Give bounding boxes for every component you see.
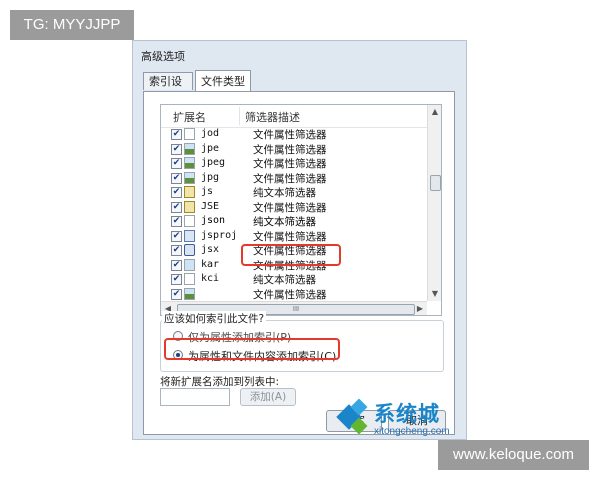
add-button[interactable]: 添加(A) xyxy=(240,388,296,406)
list-item-json[interactable]: ✔ json 纯文本筛选器 xyxy=(161,214,427,229)
extension: kar xyxy=(201,258,220,270)
extension: jsproj xyxy=(201,229,238,241)
scroll-thumb[interactable] xyxy=(430,175,441,191)
highlight-box-json xyxy=(241,244,341,266)
new-extension-input[interactable] xyxy=(160,388,230,406)
tab-index-settings[interactable]: 索引设置 xyxy=(143,72,193,106)
scroll-down-arrow-icon[interactable]: ▼ xyxy=(428,287,441,301)
list-item[interactable]: ✔ JSE 文件属性筛选器 xyxy=(161,200,427,215)
checkbox[interactable]: ✔ xyxy=(171,259,182,271)
filter-description: 文件属性筛选器 xyxy=(253,158,327,170)
blank-file-icon xyxy=(184,128,195,140)
jsx-file-icon xyxy=(184,244,195,256)
script-file-icon xyxy=(184,200,195,213)
site-logo: 系统城 xitongcheng.com xyxy=(336,398,464,442)
filter-description: 纯文本筛选器 xyxy=(253,216,316,228)
script-file-icon xyxy=(184,186,195,198)
column-filter-description[interactable]: 筛选器描述 xyxy=(245,109,300,125)
tab-file-types[interactable]: 文件类型 xyxy=(195,70,251,91)
filter-description: 纯文本筛选器 xyxy=(253,187,316,199)
list-item[interactable]: ✔ kci 纯文本筛选器 xyxy=(161,272,427,287)
extension: jpe xyxy=(201,142,220,154)
filter-description: 文件属性筛选器 xyxy=(253,143,327,156)
extension: kci xyxy=(201,273,220,284)
checkbox[interactable]: ✔ xyxy=(171,187,182,198)
index-method-label: 应该如何索引此文件? xyxy=(162,311,267,326)
logo-name: 系统城 xyxy=(374,402,440,426)
extension: jod xyxy=(201,128,220,139)
file-type-list[interactable]: 扩展名 筛选器描述 ✔ jod 文件属性筛选器 ✔ jpe 文件属性筛选器 ✔ jpeg 文… xyxy=(160,104,442,316)
list-rows: ✔ jod 文件属性筛选器 ✔ jpe 文件属性筛选器 ✔ jpeg 文件属性筛选器 ✔ jp… xyxy=(161,127,427,301)
checkbox[interactable]: ✔ xyxy=(171,129,182,140)
list-item[interactable]: ✔ 文件属性筛选器 xyxy=(161,287,427,302)
media-file-icon xyxy=(184,258,195,271)
checkbox[interactable]: ✔ xyxy=(171,143,182,155)
project-file-icon xyxy=(184,229,195,242)
scroll-right-arrow-icon[interactable]: ▶ xyxy=(413,302,427,315)
filter-description: 文件属性筛选器 xyxy=(253,230,327,243)
scroll-up-arrow-icon[interactable]: ▲ xyxy=(428,105,441,119)
blank-file-icon xyxy=(184,215,195,227)
checkbox[interactable]: ✔ xyxy=(171,216,182,227)
extension: jpg xyxy=(201,171,220,183)
checkbox[interactable]: ✔ xyxy=(171,288,182,300)
watermark-bottom-right: www.keloque.com xyxy=(438,440,589,470)
extension: js xyxy=(201,186,214,197)
filter-description: 文件属性筛选器 xyxy=(253,288,327,301)
list-item[interactable]: ✔ jod 文件属性筛选器 xyxy=(161,127,427,142)
extension: jsx xyxy=(201,244,220,255)
extension: JSE xyxy=(201,200,220,212)
watermark-top-left: TG: MYYJJPP xyxy=(10,10,134,40)
file-types-panel: 扩展名 筛选器描述 ✔ jod 文件属性筛选器 ✔ jpe 文件属性筛选器 ✔ jpeg 文… xyxy=(143,91,455,435)
add-extension-label: 将新扩展名添加到列表中: xyxy=(160,376,280,388)
dialog-title: 高级选项 xyxy=(141,50,185,63)
filter-description: 文件属性筛选器 xyxy=(253,129,327,141)
vertical-scrollbar[interactable]: ▲ ▼ xyxy=(427,105,441,301)
list-item[interactable]: ✔ jpg 文件属性筛选器 xyxy=(161,171,427,186)
image-file-icon xyxy=(184,287,195,300)
image-file-icon xyxy=(184,171,195,184)
extension: json xyxy=(201,215,226,226)
image-file-icon xyxy=(184,142,195,155)
list-item[interactable]: ✔ js 纯文本筛选器 xyxy=(161,185,427,200)
checkbox[interactable]: ✔ xyxy=(171,172,182,184)
tab-bar: 索引设置 文件类型 xyxy=(143,70,453,106)
highlight-box-radio xyxy=(164,338,340,360)
image-file-icon xyxy=(184,157,195,169)
column-extension[interactable]: 扩展名 xyxy=(173,109,206,125)
list-header: 扩展名 筛选器描述 xyxy=(161,105,427,128)
blank-file-icon xyxy=(184,273,195,285)
checkbox[interactable]: ✔ xyxy=(171,274,182,285)
list-item[interactable]: ✔ jpe 文件属性筛选器 xyxy=(161,142,427,157)
checkbox[interactable]: ✔ xyxy=(171,201,182,213)
filter-description: 纯文本筛选器 xyxy=(253,274,316,286)
filter-description: 文件属性筛选器 xyxy=(253,201,327,214)
column-divider[interactable] xyxy=(239,107,240,125)
checkbox[interactable]: ✔ xyxy=(171,158,182,169)
checkbox[interactable]: ✔ xyxy=(171,230,182,242)
logo-url: xitongcheng.com xyxy=(374,426,450,437)
advanced-options-dialog: 高级选项 索引设置 文件类型 扩展名 筛选器描述 ✔ jod 文件属性筛选器 ✔ jp… xyxy=(132,40,467,440)
filter-description: 文件属性筛选器 xyxy=(253,172,327,185)
checkbox[interactable]: ✔ xyxy=(171,245,182,256)
extension: jpeg xyxy=(201,157,226,168)
list-item[interactable]: ✔ jpeg 文件属性筛选器 xyxy=(161,156,427,171)
list-item[interactable]: ✔ jsproj 文件属性筛选器 xyxy=(161,229,427,244)
